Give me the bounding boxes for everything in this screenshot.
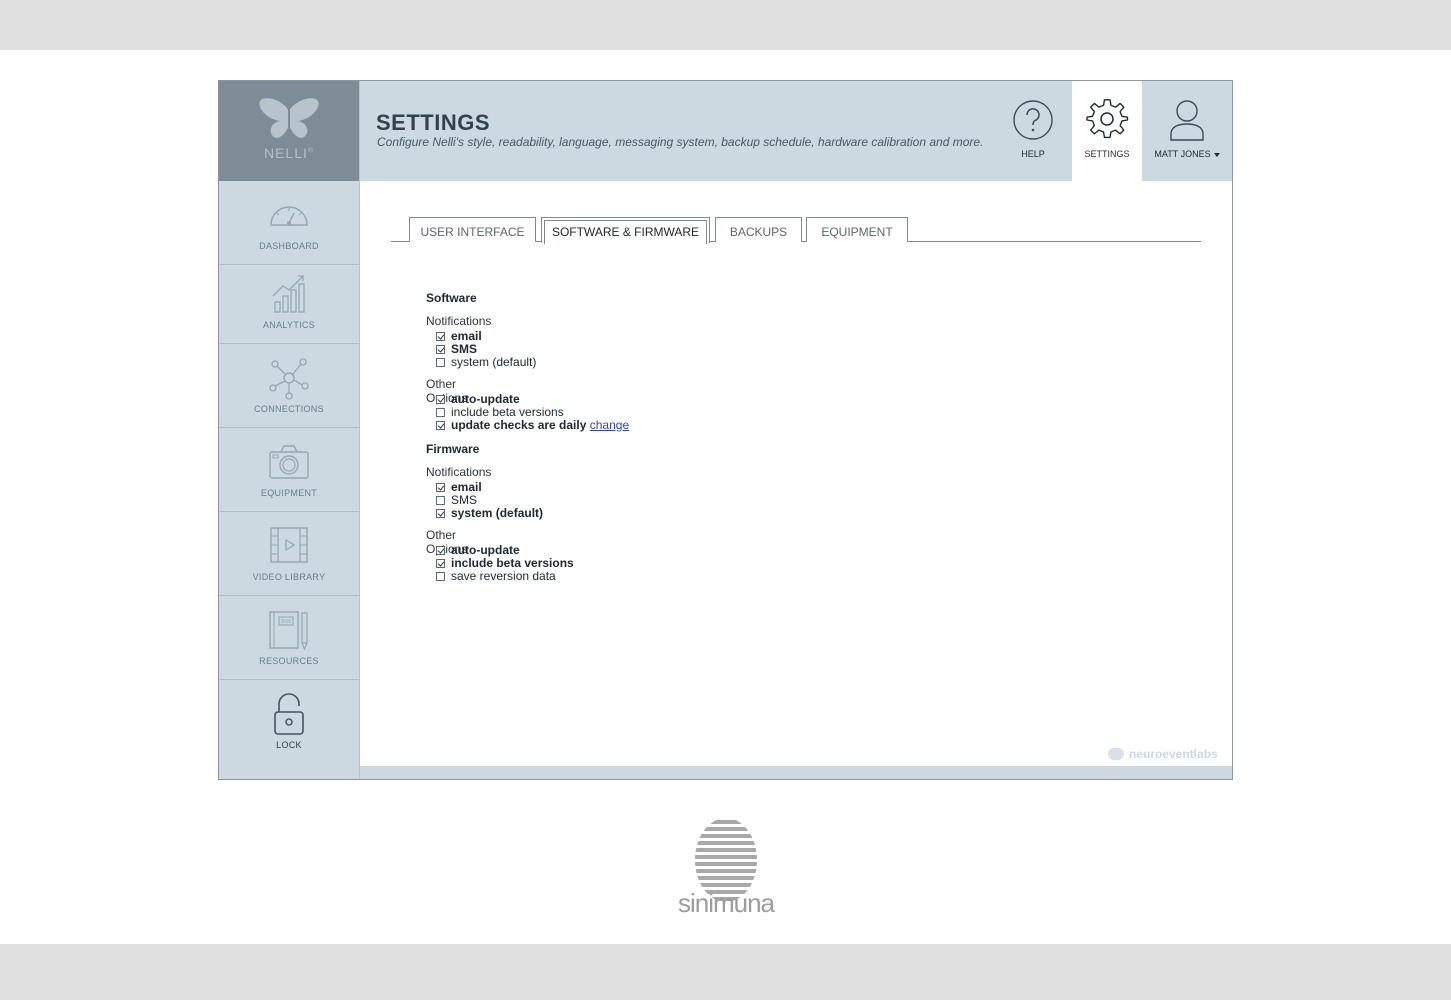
padlock-icon: [274, 693, 304, 735]
change-link[interactable]: change: [590, 418, 629, 432]
sidebar-item-label: RESOURCES: [259, 656, 319, 666]
neuroeventlabs-watermark: neuroeventlabs: [1108, 747, 1218, 761]
sidebar-item-label: CONNECTIONS: [254, 404, 324, 414]
checkbox[interactable]: [436, 395, 445, 404]
option-software-update-checks[interactable]: update checks are daily change: [436, 419, 629, 432]
checkbox[interactable]: [436, 572, 445, 581]
butterfly-icon: [259, 98, 319, 138]
checkbox[interactable]: [436, 345, 445, 354]
sidebar-item-connections[interactable]: CONNECTIONS: [219, 344, 359, 428]
option-firmware-reversion[interactable]: save reversion data: [436, 570, 556, 583]
tab-equipment[interactable]: EQUIPMENT: [806, 217, 908, 242]
app-logo[interactable]: NELLI®: [219, 81, 359, 181]
group-label: Notifications: [426, 465, 492, 479]
user-icon: [1170, 100, 1204, 141]
sidebar-item-label: EQUIPMENT: [260, 488, 318, 498]
page-subtitle: Configure Nelli's style, readability, la…: [377, 135, 984, 149]
notebook-icon: [269, 611, 308, 651]
checkbox[interactable]: [436, 408, 445, 417]
app-window: NELLI® DASHBOARD ANALYTICS CONNECTIONS E…: [218, 80, 1233, 780]
bar-chart-icon: [272, 275, 305, 313]
section-title-firmware: Firmware: [426, 442, 480, 456]
brand-name: sinimuna: [677, 888, 775, 918]
settings-content: USER INTERFACE SOFTWARE & FIRMWARE BACKU…: [360, 181, 1232, 766]
checkbox[interactable]: [436, 509, 445, 518]
logo-text: NELLI®: [263, 145, 315, 161]
help-button[interactable]: HELP: [997, 81, 1069, 181]
sidebar-item-label: DASHBOARD: [259, 241, 319, 251]
sidebar-item-label: LOCK: [276, 740, 302, 750]
page-header: SETTINGS Configure Nelli's style, readab…: [360, 81, 1232, 181]
tab-backups[interactable]: BACKUPS: [715, 217, 802, 242]
sidebar: NELLI® DASHBOARD ANALYTICS CONNECTIONS E…: [219, 81, 360, 779]
settings-label: SETTINGS: [1084, 149, 1130, 159]
sidebar-item-video-library[interactable]: VIDEO LIBRARY: [219, 512, 359, 596]
tab-software-firmware[interactable]: SOFTWARE & FIRMWARE: [541, 217, 710, 244]
checkbox[interactable]: [436, 483, 445, 492]
checkbox[interactable]: [436, 496, 445, 505]
sidebar-item-dashboard[interactable]: DASHBOARD: [219, 181, 359, 265]
group-label: Notifications: [426, 314, 492, 328]
sidebar-item-label: ANALYTICS: [262, 320, 316, 330]
top-band: [0, 0, 1451, 50]
sidebar-item-equipment[interactable]: EQUIPMENT: [219, 428, 359, 512]
film-icon: [270, 527, 308, 563]
sidebar-item-lock[interactable]: LOCK: [219, 680, 359, 764]
footer-bar: [360, 766, 1232, 779]
help-label: HELP: [1021, 149, 1045, 159]
bottom-band: [0, 944, 1451, 1000]
speedometer-icon: [270, 206, 308, 226]
checkbox[interactable]: [436, 421, 445, 430]
user-label: MATT JONES: [1142, 149, 1232, 159]
network-icon: [269, 358, 309, 400]
checkbox[interactable]: [436, 358, 445, 367]
gear-icon: [1086, 99, 1129, 139]
tab-user-interface[interactable]: USER INTERFACE: [409, 217, 536, 242]
checkbox[interactable]: [436, 332, 445, 341]
sidebar-item-label: VIDEO LIBRARY: [252, 572, 326, 582]
checkbox[interactable]: [436, 559, 445, 568]
camera-icon: [269, 445, 309, 479]
page-title: SETTINGS: [376, 110, 491, 135]
help-icon: [1013, 100, 1053, 140]
sidebar-item-analytics[interactable]: ANALYTICS: [219, 260, 359, 344]
cloud-icon: [1108, 748, 1124, 760]
settings-button[interactable]: SETTINGS: [1072, 81, 1142, 181]
option-firmware-system[interactable]: system (default): [436, 507, 543, 520]
checkbox[interactable]: [436, 546, 445, 555]
chevron-down-icon: [1213, 152, 1220, 157]
option-software-system[interactable]: system (default): [436, 356, 536, 369]
user-menu-button[interactable]: MATT JONES: [1142, 81, 1232, 181]
section-title-software: Software: [426, 291, 477, 305]
sidebar-item-resources[interactable]: RESOURCES: [219, 596, 359, 680]
